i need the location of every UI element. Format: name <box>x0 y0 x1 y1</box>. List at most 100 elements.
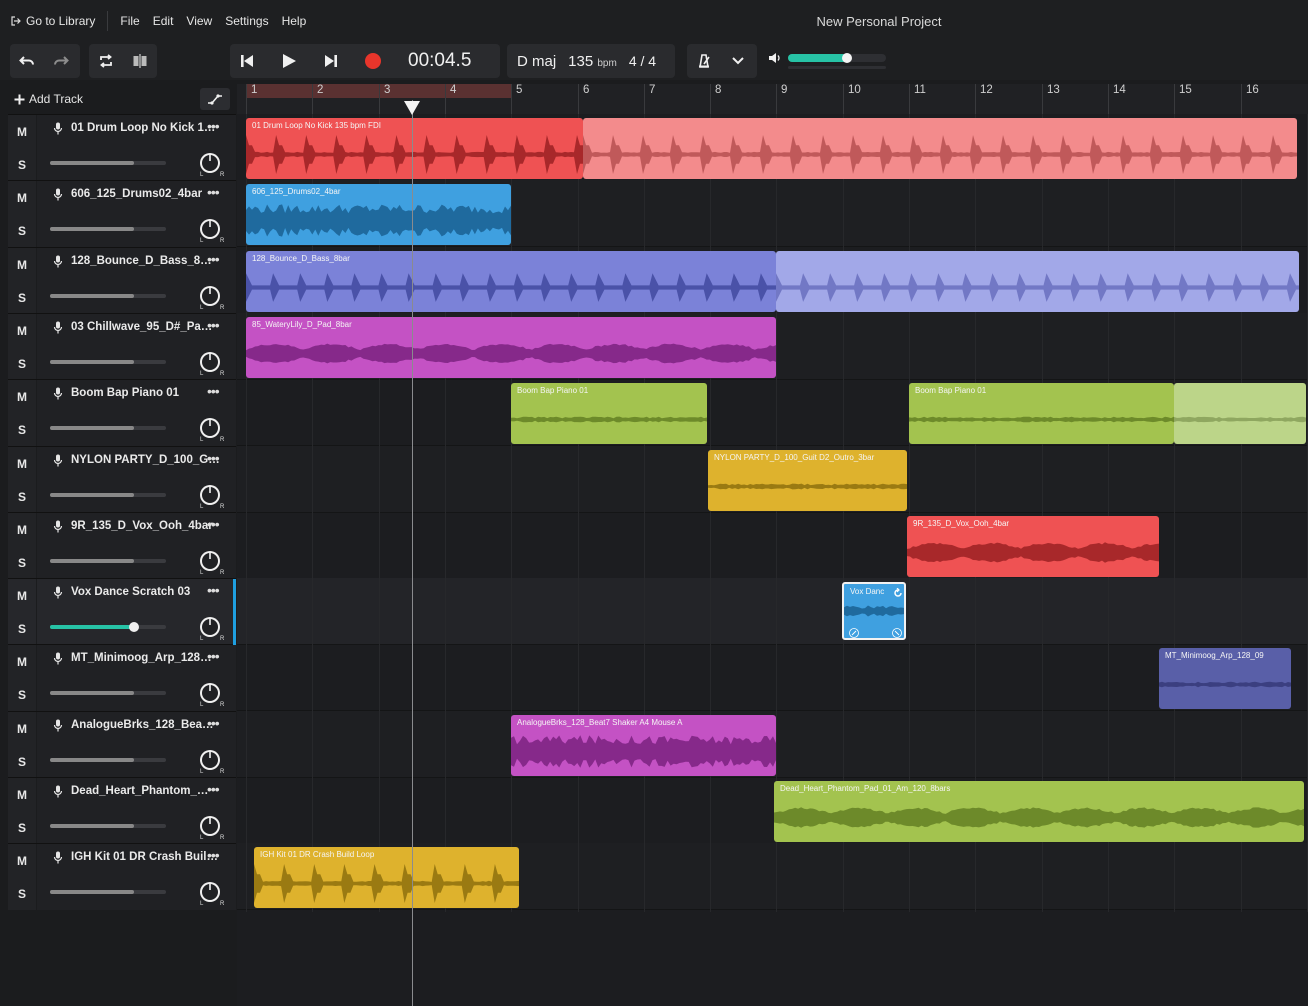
play-button[interactable] <box>272 44 306 78</box>
track-header[interactable]: M S 9R_135_D_Vox_Ooh_4bar ••• L R <box>8 512 236 579</box>
track-more-options-icon[interactable]: ••• <box>207 582 220 598</box>
audio-clip[interactable] <box>776 251 1299 312</box>
pan-knob-icon[interactable]: LR <box>195 217 225 243</box>
track-more-options-icon[interactable]: ••• <box>207 648 220 664</box>
track-header[interactable]: M S 03 Chillwave_95_D#_Pa… ••• L R <box>8 313 236 380</box>
track-header[interactable]: M S MT_Minimoog_Arp_128… ••• L R <box>8 644 236 711</box>
menu-edit[interactable]: Edit <box>153 14 174 28</box>
mute-button[interactable]: M <box>8 513 36 546</box>
track-header[interactable]: M S AnalogueBrks_128_Bea… ••• L R <box>8 711 236 778</box>
track-more-options-icon[interactable]: ••• <box>207 781 220 797</box>
mute-button[interactable]: M <box>8 314 36 347</box>
track-more-options-icon[interactable]: ••• <box>207 251 220 267</box>
track-header[interactable]: M S IGH Kit 01 DR Crash Buil… ••• L R <box>8 843 236 910</box>
fade-out-icon[interactable] <box>892 628 902 638</box>
menu-help[interactable]: Help <box>282 14 307 28</box>
solo-button[interactable]: S <box>8 480 36 513</box>
solo-button[interactable]: S <box>8 612 36 645</box>
mute-button[interactable]: M <box>8 181 36 214</box>
audio-clip[interactable] <box>583 118 1297 179</box>
track-volume-slider[interactable] <box>50 294 166 298</box>
audio-clip[interactable]: 01 Drum Loop No Kick 135 bpm FDI <box>246 118 583 179</box>
redo-button[interactable] <box>44 44 78 78</box>
audio-clip[interactable]: 85_WateryLily_D_Pad_8bar <box>246 317 776 378</box>
audio-clip-selected[interactable]: Vox Danc <box>842 582 906 640</box>
solo-button[interactable]: S <box>8 281 36 314</box>
mute-button[interactable]: M <box>8 579 36 612</box>
pan-knob-icon[interactable]: LR <box>195 615 225 641</box>
track-more-options-icon[interactable]: ••• <box>207 184 220 200</box>
tempo-display[interactable]: 135 bpm <box>566 53 627 70</box>
pan-knob-icon[interactable]: LR <box>195 681 225 707</box>
audio-clip[interactable]: NYLON PARTY_D_100_Guit D2_Outro_3bar <box>708 450 907 511</box>
record-button[interactable] <box>356 44 390 78</box>
arrangement-area[interactable]: 01 Drum Loop No Kick 135 bpm FDI 606_125_… <box>237 114 1308 1006</box>
mute-button[interactable]: M <box>8 645 36 678</box>
track-lane[interactable] <box>237 578 1308 645</box>
track-volume-slider[interactable] <box>50 691 166 695</box>
audio-clip[interactable]: AnalogueBrks_128_Beat7 Shaker A4 Mouse A <box>511 715 776 776</box>
menu-settings[interactable]: Settings <box>225 14 268 28</box>
audio-clip[interactable]: 9R_135_D_Vox_Ooh_4bar <box>907 516 1159 577</box>
track-volume-slider[interactable] <box>50 227 166 231</box>
audio-clip[interactable]: Boom Bap Piano 01 <box>511 383 707 444</box>
track-name[interactable]: NYLON PARTY_D_100_G… <box>71 454 220 466</box>
track-name[interactable]: 03 Chillwave_95_D#_Pa… <box>71 321 212 333</box>
track-name[interactable]: Boom Bap Piano 01 <box>71 387 179 399</box>
solo-button[interactable]: S <box>8 148 36 181</box>
pan-knob-icon[interactable]: LR <box>195 416 225 442</box>
add-track-button[interactable]: Add Track <box>8 92 83 106</box>
track-header[interactable]: M S Vox Dance Scratch 03 ••• L R <box>8 578 236 645</box>
pan-knob-icon[interactable]: LR <box>195 151 225 177</box>
timecode-display[interactable]: 00:04.5 <box>390 50 485 72</box>
audio-clip[interactable]: 606_125_Drums02_4bar <box>246 184 511 245</box>
solo-button[interactable]: S <box>8 877 36 910</box>
metronome-button[interactable] <box>687 44 721 78</box>
audio-clip[interactable]: IGH Kit 01 DR Crash Build Loop <box>254 847 519 908</box>
track-name[interactable]: AnalogueBrks_128_Bea… <box>71 719 214 731</box>
track-more-options-icon[interactable]: ••• <box>207 715 220 731</box>
menu-file[interactable]: File <box>120 14 139 28</box>
track-name[interactable]: MT_Minimoog_Arp_128… <box>71 652 212 664</box>
pan-knob-icon[interactable]: LR <box>195 350 225 376</box>
track-header[interactable]: M S 01 Drum Loop No Kick 1… ••• L R <box>8 114 236 181</box>
solo-button[interactable]: S <box>8 745 36 778</box>
track-header[interactable]: M S 606_125_Drums02_4bar ••• L R <box>8 180 236 247</box>
mute-button[interactable]: M <box>8 712 36 745</box>
skip-to-start-button[interactable] <box>230 44 264 78</box>
track-name[interactable]: IGH Kit 01 DR Crash Buil… <box>71 851 218 863</box>
metronome-dropdown-button[interactable] <box>721 44 755 78</box>
track-volume-slider[interactable] <box>50 758 166 762</box>
track-lane[interactable] <box>237 644 1308 711</box>
mute-button[interactable]: M <box>8 778 36 811</box>
menu-view[interactable]: View <box>186 14 212 28</box>
track-name[interactable]: 9R_135_D_Vox_Ooh_4bar <box>71 520 213 532</box>
master-volume-thumb[interactable] <box>841 53 852 63</box>
audio-clip[interactable] <box>1174 383 1306 444</box>
master-volume-track[interactable] <box>788 53 886 63</box>
track-header[interactable]: M S Boom Bap Piano 01 ••• L R <box>8 379 236 446</box>
undo-button[interactable] <box>10 44 44 78</box>
pan-knob-icon[interactable]: LR <box>195 483 225 509</box>
solo-button[interactable]: S <box>8 546 36 579</box>
solo-button[interactable]: S <box>8 413 36 446</box>
track-more-options-icon[interactable]: ••• <box>207 317 220 333</box>
key-display[interactable]: D maj <box>507 53 566 70</box>
audio-clip[interactable]: 128_Bounce_D_Bass_8bar <box>246 251 776 312</box>
mute-button[interactable]: M <box>8 248 36 281</box>
time-signature-display[interactable]: 4 / 4 <box>627 53 666 69</box>
skip-to-end-button[interactable] <box>314 44 348 78</box>
split-button[interactable] <box>123 44 157 78</box>
audio-clip[interactable]: MT_Minimoog_Arp_128_09 <box>1159 648 1291 709</box>
track-name[interactable]: 606_125_Drums02_4bar <box>71 188 202 200</box>
loop-button[interactable] <box>89 44 123 78</box>
track-volume-slider[interactable] <box>50 890 166 894</box>
solo-button[interactable]: S <box>8 347 36 380</box>
pan-knob-icon[interactable]: LR <box>195 880 225 906</box>
pan-knob-icon[interactable]: LR <box>195 284 225 310</box>
track-more-options-icon[interactable]: ••• <box>207 516 220 532</box>
track-header[interactable]: M S Dead_Heart_Phantom_… ••• L R <box>8 777 236 844</box>
refresh-icon[interactable] <box>893 588 903 598</box>
track-name[interactable]: 01 Drum Loop No Kick 1… <box>71 122 215 134</box>
pan-knob-icon[interactable]: LR <box>195 549 225 575</box>
